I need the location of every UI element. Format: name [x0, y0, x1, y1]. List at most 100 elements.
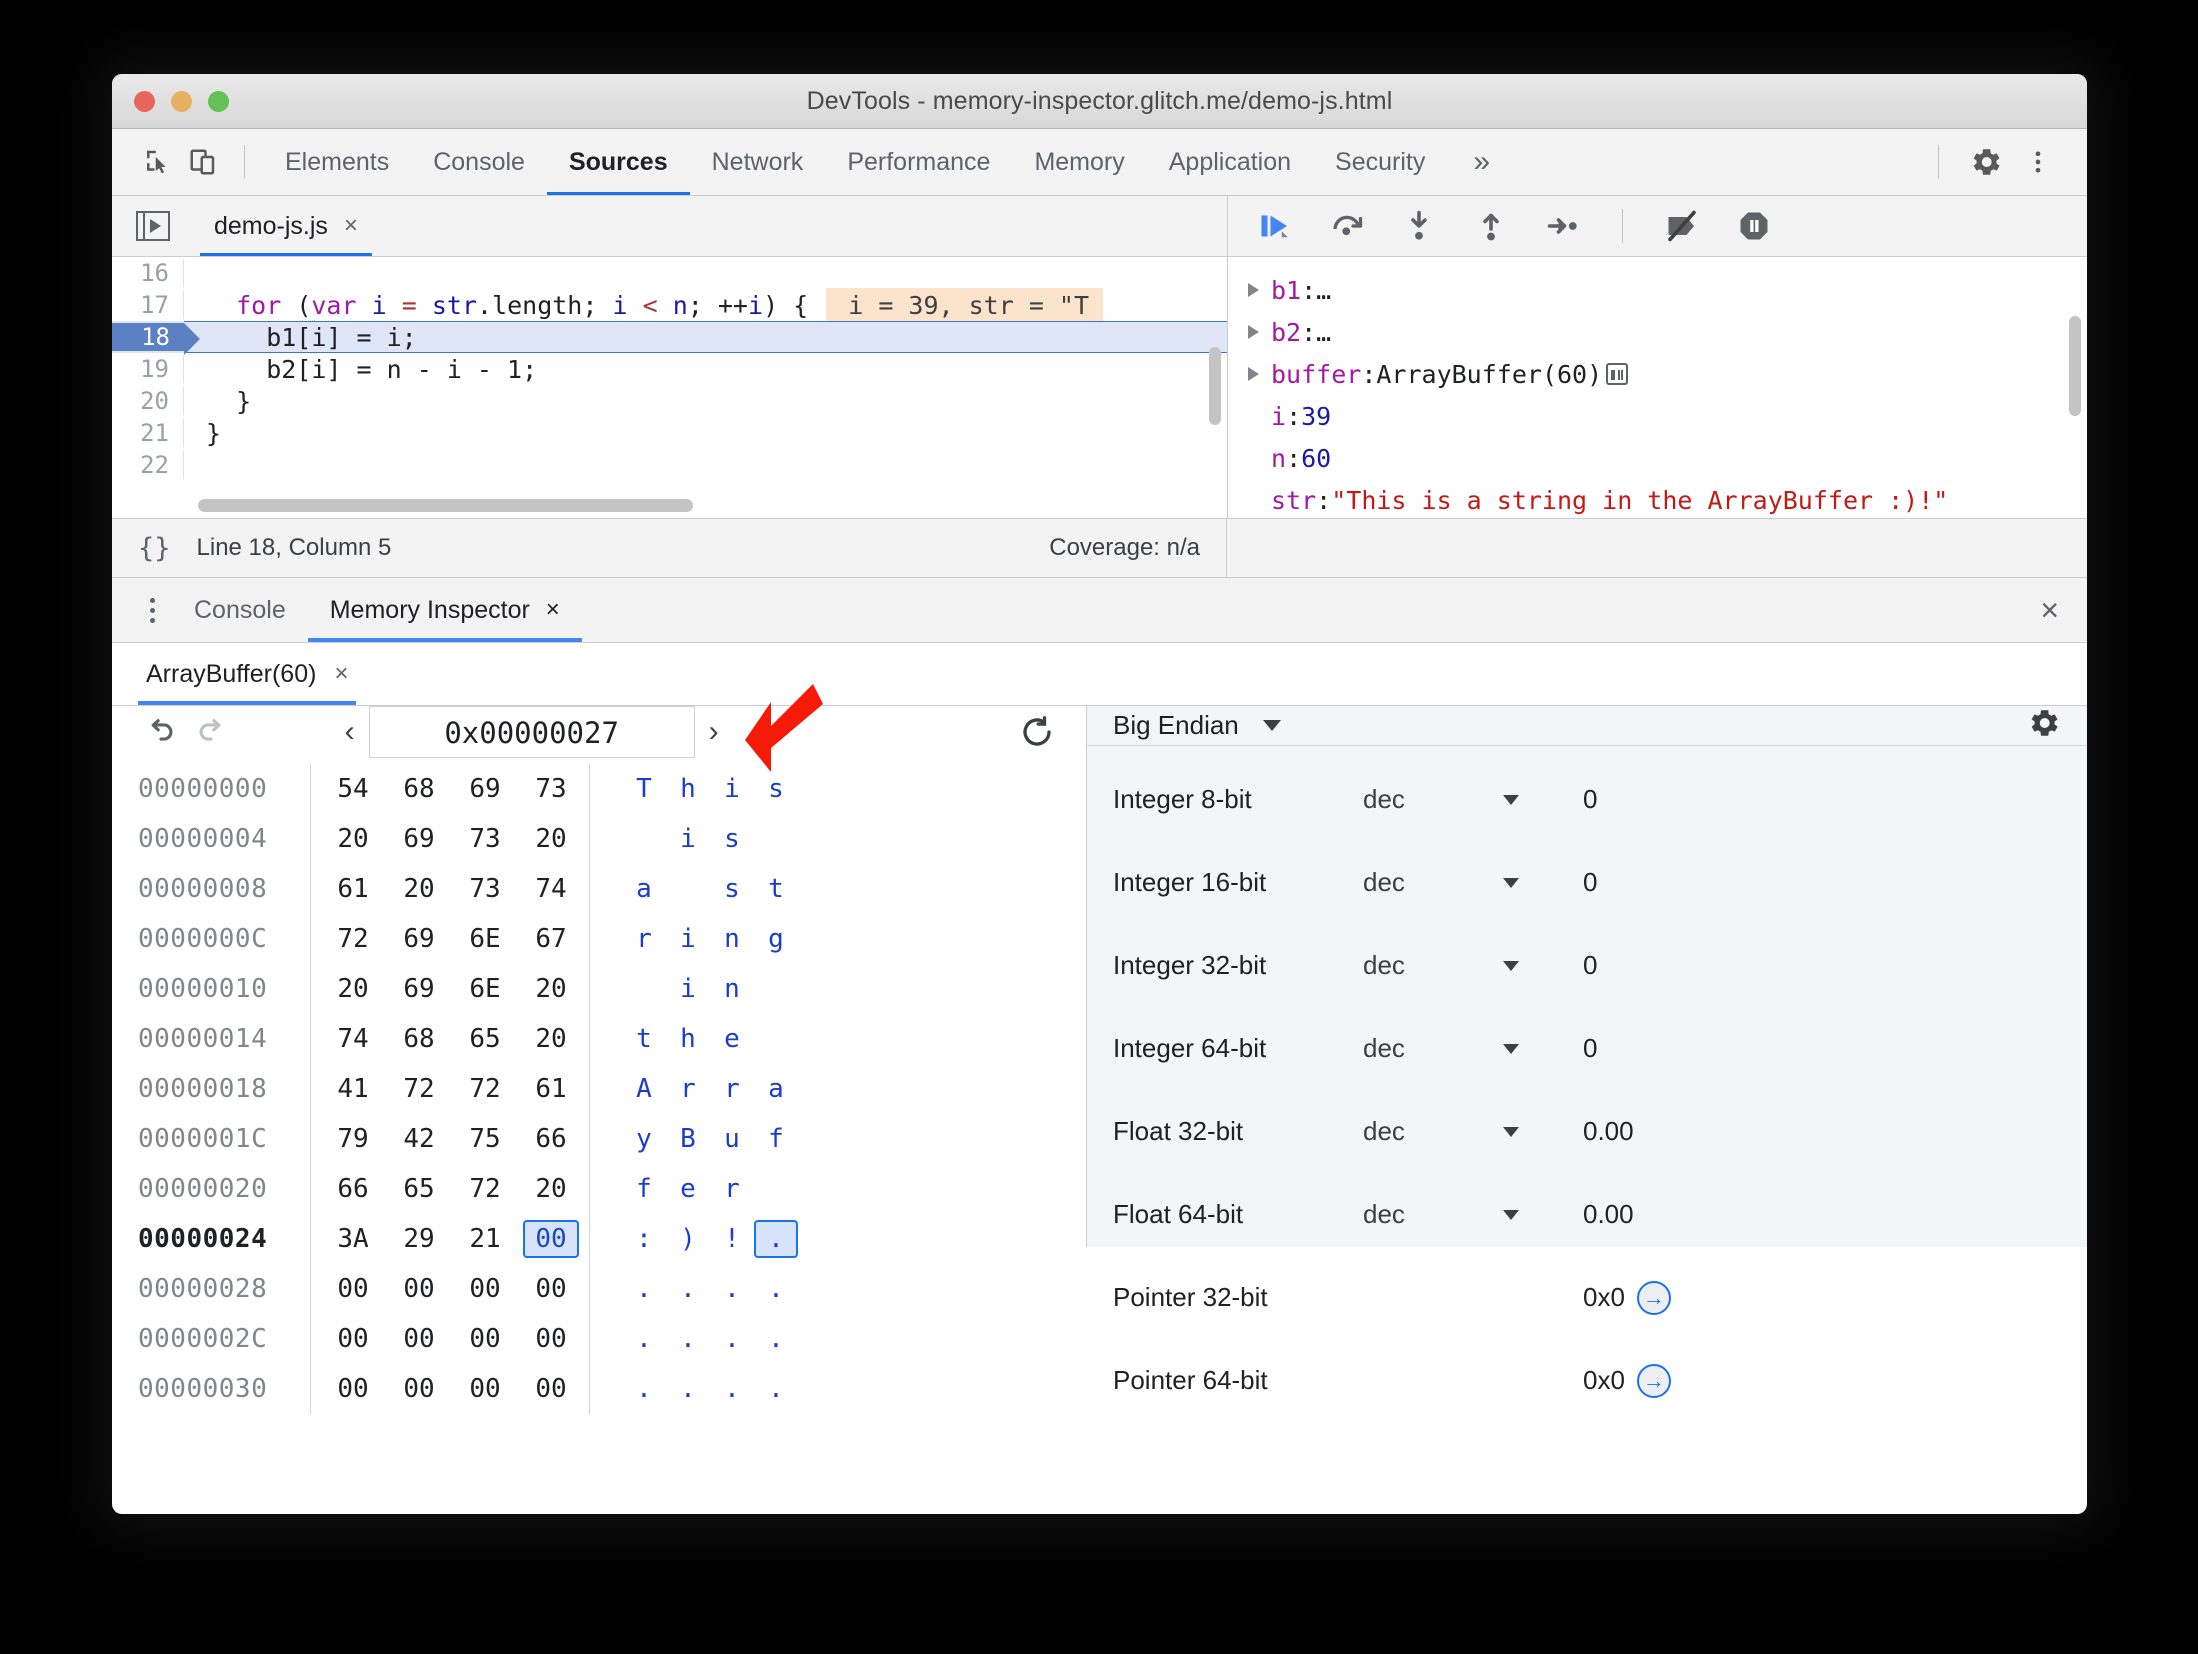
buffer-tab-arraybuffer[interactable]: ArrayBuffer(60) ×	[138, 643, 356, 705]
table-row[interactable]: 00000024 3A 29 21 00:)!.	[138, 1214, 1086, 1264]
ascii-char-cell[interactable]: .	[754, 1320, 798, 1358]
endianness-select[interactable]: Big Endian	[1113, 710, 1281, 741]
hex-byte-cell[interactable]: 65	[457, 1020, 513, 1058]
hex-byte-cell[interactable]: 6E	[457, 920, 513, 958]
scope-row[interactable]: b1: …	[1248, 269, 2087, 311]
ascii-char-cell[interactable]: s	[710, 870, 754, 908]
ascii-char-cell[interactable]: .	[710, 1320, 754, 1358]
pause-on-exceptions-icon[interactable]	[1733, 205, 1775, 247]
ascii-char-cell[interactable]: r	[710, 1170, 754, 1208]
ascii-char-cell[interactable]: a	[754, 1070, 798, 1108]
ascii-char-cell[interactable]: r	[710, 1070, 754, 1108]
deactivate-breakpoints-icon[interactable]	[1661, 205, 1703, 247]
inspect-element-icon[interactable]	[134, 139, 180, 185]
value-mode-label[interactable]: dec	[1363, 784, 1503, 815]
table-row[interactable]: 0000002C 00 00 00 00....	[138, 1314, 1086, 1364]
tab-elements[interactable]: Elements	[263, 129, 411, 195]
next-page-icon[interactable]: ›	[695, 715, 733, 749]
close-icon[interactable]: ×	[546, 596, 560, 624]
resume-script-execution-icon[interactable]	[1254, 205, 1296, 247]
hex-byte-cell[interactable]: 00	[391, 1320, 447, 1358]
hex-byte-cell[interactable]: 65	[391, 1170, 447, 1208]
hex-byte-cell[interactable]: 79	[325, 1120, 381, 1158]
hex-byte-cell[interactable]: 66	[523, 1120, 579, 1158]
hex-byte-cell[interactable]: 20	[523, 1170, 579, 1208]
hex-dump-grid[interactable]: 00000000 54 68 69 73 Th i s 00000004 20 69 73 20 is…	[112, 758, 1086, 1414]
ascii-char-cell[interactable]: a	[622, 870, 666, 908]
ascii-char-cell[interactable]: )	[666, 1220, 710, 1258]
table-row[interactable]: 00000018 41 72 72 61 Ar r a	[138, 1064, 1086, 1114]
ascii-char-cell[interactable]: n	[710, 920, 754, 958]
ascii-char-cell[interactable]: r	[622, 920, 666, 958]
hex-byte-cell[interactable]: 42	[391, 1120, 447, 1158]
ascii-char-cell[interactable]: u	[710, 1120, 754, 1158]
tab-application[interactable]: Application	[1147, 129, 1313, 195]
table-row[interactable]: 00000020 66 65 72 20 f e r	[138, 1164, 1086, 1214]
hex-byte-cell[interactable]: 00	[457, 1270, 513, 1308]
hex-byte-cell[interactable]: 72	[391, 1070, 447, 1108]
ascii-char-cell[interactable]	[622, 970, 666, 1008]
hex-byte-cell[interactable]: 68	[391, 770, 447, 808]
table-row[interactable]: 0000001C 79 42 75 66 y Bu f	[138, 1114, 1086, 1164]
chevron-right-icon[interactable]	[1248, 367, 1259, 381]
previous-page-icon[interactable]: ‹	[331, 715, 369, 749]
hex-byte-cell[interactable]: 73	[523, 770, 579, 808]
ascii-char-cell[interactable]: n	[710, 970, 754, 1008]
ascii-char-cell[interactable]: s	[754, 770, 798, 808]
hex-byte-cell[interactable]: 66	[325, 1170, 381, 1208]
hex-byte-cell[interactable]: 61	[325, 870, 381, 908]
hex-byte-cell[interactable]: 41	[325, 1070, 381, 1108]
device-toolbar-icon[interactable]	[180, 139, 226, 185]
scope-row[interactable]: b2: …	[1248, 311, 2087, 353]
value-mode-label[interactable]: dec	[1363, 1199, 1503, 1230]
ascii-char-cell[interactable]	[622, 820, 666, 858]
settings-gear-icon[interactable]	[1963, 139, 2009, 185]
scope-row[interactable]: buffer: ArrayBuffer(60)	[1248, 353, 2087, 395]
ascii-char-cell[interactable]: h	[666, 1020, 710, 1058]
hex-byte-cell[interactable]: 00	[325, 1370, 381, 1408]
hex-byte-cell[interactable]: 73	[457, 870, 513, 908]
ascii-char-cell[interactable]: .	[754, 1270, 798, 1308]
ascii-char-cell[interactable]: .	[754, 1370, 798, 1408]
hex-byte-cell[interactable]: 74	[523, 870, 579, 908]
ascii-char-cell[interactable]: y	[622, 1120, 666, 1158]
hex-byte-cell[interactable]: 00	[391, 1270, 447, 1308]
hex-byte-cell[interactable]: 61	[523, 1070, 579, 1108]
hex-byte-cell[interactable]: 75	[457, 1120, 513, 1158]
table-row[interactable]: 00000000 54 68 69 73 Th i s	[138, 764, 1086, 814]
table-row[interactable]: 0000000C 72 69 6E 67 r i n g	[138, 914, 1086, 964]
ascii-char-cell[interactable]: B	[666, 1120, 710, 1158]
ascii-char-cell[interactable]: .	[754, 1220, 798, 1258]
hex-byte-cell[interactable]: 29	[391, 1220, 447, 1258]
reveal-in-memory-inspector-icon[interactable]	[1606, 363, 1629, 385]
ascii-char-cell[interactable]: .	[666, 1320, 710, 1358]
ascii-char-cell[interactable]: t	[754, 870, 798, 908]
ascii-char-cell[interactable]: e	[710, 1020, 754, 1058]
value-mode-label[interactable]: dec	[1363, 867, 1503, 898]
hex-byte-cell[interactable]: 72	[457, 1170, 513, 1208]
value-mode-label[interactable]: dec	[1363, 1116, 1503, 1147]
show-navigator-icon[interactable]	[136, 211, 170, 241]
table-row[interactable]: 00000004 20 69 73 20 is	[138, 814, 1086, 864]
ascii-char-cell[interactable]: A	[622, 1070, 666, 1108]
ascii-char-cell[interactable]: f	[622, 1170, 666, 1208]
chevron-down-icon[interactable]	[1503, 1209, 1583, 1220]
drawer-tab-console[interactable]: Console	[172, 578, 308, 642]
ascii-char-cell[interactable]: h	[666, 770, 710, 808]
hex-byte-cell[interactable]: 6E	[457, 970, 513, 1008]
drawer-tab-memory-inspector[interactable]: Memory Inspector ×	[308, 578, 582, 642]
ascii-char-cell[interactable]	[754, 1170, 798, 1208]
tab-performance[interactable]: Performance	[825, 129, 1012, 195]
hex-byte-cell[interactable]: 00	[523, 1320, 579, 1358]
drawer-more-options-icon[interactable]	[132, 597, 172, 623]
jump-to-address-icon[interactable]: →	[1636, 1280, 1671, 1315]
table-row[interactable]: 00000014 74 68 65 20 t h e	[138, 1014, 1086, 1064]
ascii-char-cell[interactable]: :	[622, 1220, 666, 1258]
tab-memory[interactable]: Memory	[1012, 129, 1146, 195]
hex-byte-cell[interactable]: 00	[325, 1270, 381, 1308]
scope-row[interactable]: i: 39	[1248, 395, 2087, 437]
more-tabs-icon[interactable]: »	[1447, 145, 1516, 179]
ascii-char-cell[interactable]	[666, 870, 710, 908]
ascii-char-cell[interactable]: g	[754, 920, 798, 958]
hex-byte-cell[interactable]: 69	[391, 820, 447, 858]
